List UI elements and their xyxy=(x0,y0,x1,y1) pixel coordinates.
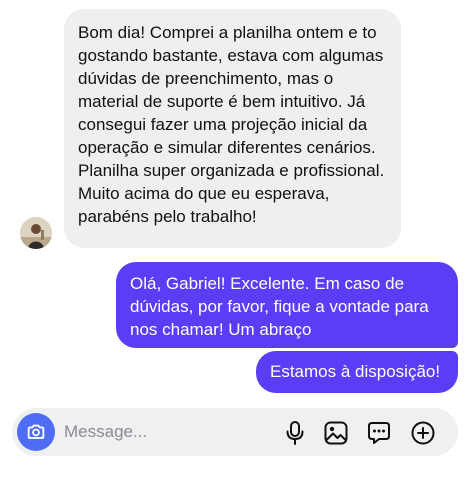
sticker-button[interactable] xyxy=(364,418,394,448)
microphone-button[interactable] xyxy=(280,418,310,448)
outgoing-message-bubble[interactable]: Olá, Gabriel! Excelente. Em caso de dúvi… xyxy=(116,262,458,348)
camera-button[interactable] xyxy=(17,413,55,451)
microphone-icon xyxy=(286,421,304,445)
outgoing-message-bubble[interactable]: Estamos à disposição! xyxy=(256,351,458,393)
gallery-button[interactable] xyxy=(321,418,351,448)
avatar-image xyxy=(20,217,52,249)
message-input[interactable] xyxy=(64,420,274,444)
contact-avatar[interactable] xyxy=(20,217,52,249)
sticker-icon xyxy=(368,422,390,444)
camera-icon xyxy=(27,424,45,439)
incoming-message-bubble[interactable]: Bom dia! Comprei a planilha ontem e to g… xyxy=(64,9,401,248)
chat-thread: Bom dia! Comprei a planilha ontem e to g… xyxy=(0,0,470,500)
plus-icon xyxy=(411,421,435,445)
message-composer xyxy=(12,408,458,456)
gallery-icon xyxy=(324,421,348,445)
plus-button[interactable] xyxy=(408,418,438,448)
